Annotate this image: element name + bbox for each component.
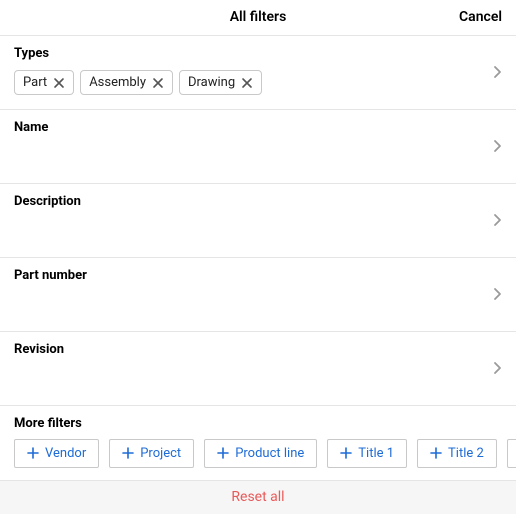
filter-section-part-number[interactable]: Part number (0, 258, 516, 332)
filter-body-part-number (14, 291, 502, 319)
add-filter-vendor[interactable]: Vendor (14, 439, 99, 468)
remove-chip-icon[interactable] (152, 77, 164, 89)
add-filter-title-3[interactable]: Title 3 (507, 439, 516, 468)
filter-label-types: Types (14, 46, 502, 61)
add-filter-title-2[interactable]: Title 2 (417, 439, 497, 468)
types-chip-row: Part Assembly Drawing (14, 69, 502, 97)
add-filter-label: Project (140, 446, 181, 461)
type-chip-assembly: Assembly (80, 70, 173, 95)
page-title: All filters (230, 9, 287, 25)
add-filter-label: Title 2 (448, 446, 484, 461)
reset-all-button[interactable]: Reset all (0, 481, 516, 514)
chip-label: Drawing (188, 75, 235, 90)
filter-section-revision[interactable]: Revision (0, 332, 516, 406)
add-filter-product-line[interactable]: Product line (204, 439, 317, 468)
reset-all-label: Reset all (231, 489, 284, 505)
filter-section-types[interactable]: Types Part Assembly Drawing (0, 36, 516, 110)
filter-label-part-number: Part number (14, 268, 502, 283)
add-filter-label: Product line (235, 446, 304, 461)
more-filters-section: More filters Vendor Project Product line… (0, 406, 516, 481)
add-filter-project[interactable]: Project (109, 439, 194, 468)
plus-icon (122, 447, 134, 459)
filter-label-description: Description (14, 194, 502, 209)
add-filter-label: Vendor (45, 446, 86, 461)
remove-chip-icon[interactable] (241, 77, 253, 89)
chip-label: Part (23, 75, 47, 90)
filter-body-revision (14, 365, 502, 393)
filter-label-name: Name (14, 120, 502, 135)
add-filter-title-1[interactable]: Title 1 (327, 439, 407, 468)
plus-icon (217, 447, 229, 459)
plus-icon (430, 447, 442, 459)
filter-section-description[interactable]: Description (0, 184, 516, 258)
filter-body-description (14, 217, 502, 245)
more-filters-row: Vendor Project Product line Title 1 Titl… (14, 439, 516, 468)
chip-label: Assembly (89, 75, 146, 90)
filter-body-name (14, 143, 502, 171)
remove-chip-icon[interactable] (53, 77, 65, 89)
type-chip-drawing: Drawing (179, 70, 262, 95)
type-chip-part: Part (14, 70, 74, 95)
plus-icon (340, 447, 352, 459)
more-filters-label: More filters (14, 416, 516, 431)
add-filter-label: Title 1 (358, 446, 394, 461)
header: All filters Cancel (0, 0, 516, 35)
filter-label-revision: Revision (14, 342, 502, 357)
cancel-button[interactable]: Cancel (459, 9, 502, 25)
filter-section-name[interactable]: Name (0, 110, 516, 184)
plus-icon (27, 447, 39, 459)
